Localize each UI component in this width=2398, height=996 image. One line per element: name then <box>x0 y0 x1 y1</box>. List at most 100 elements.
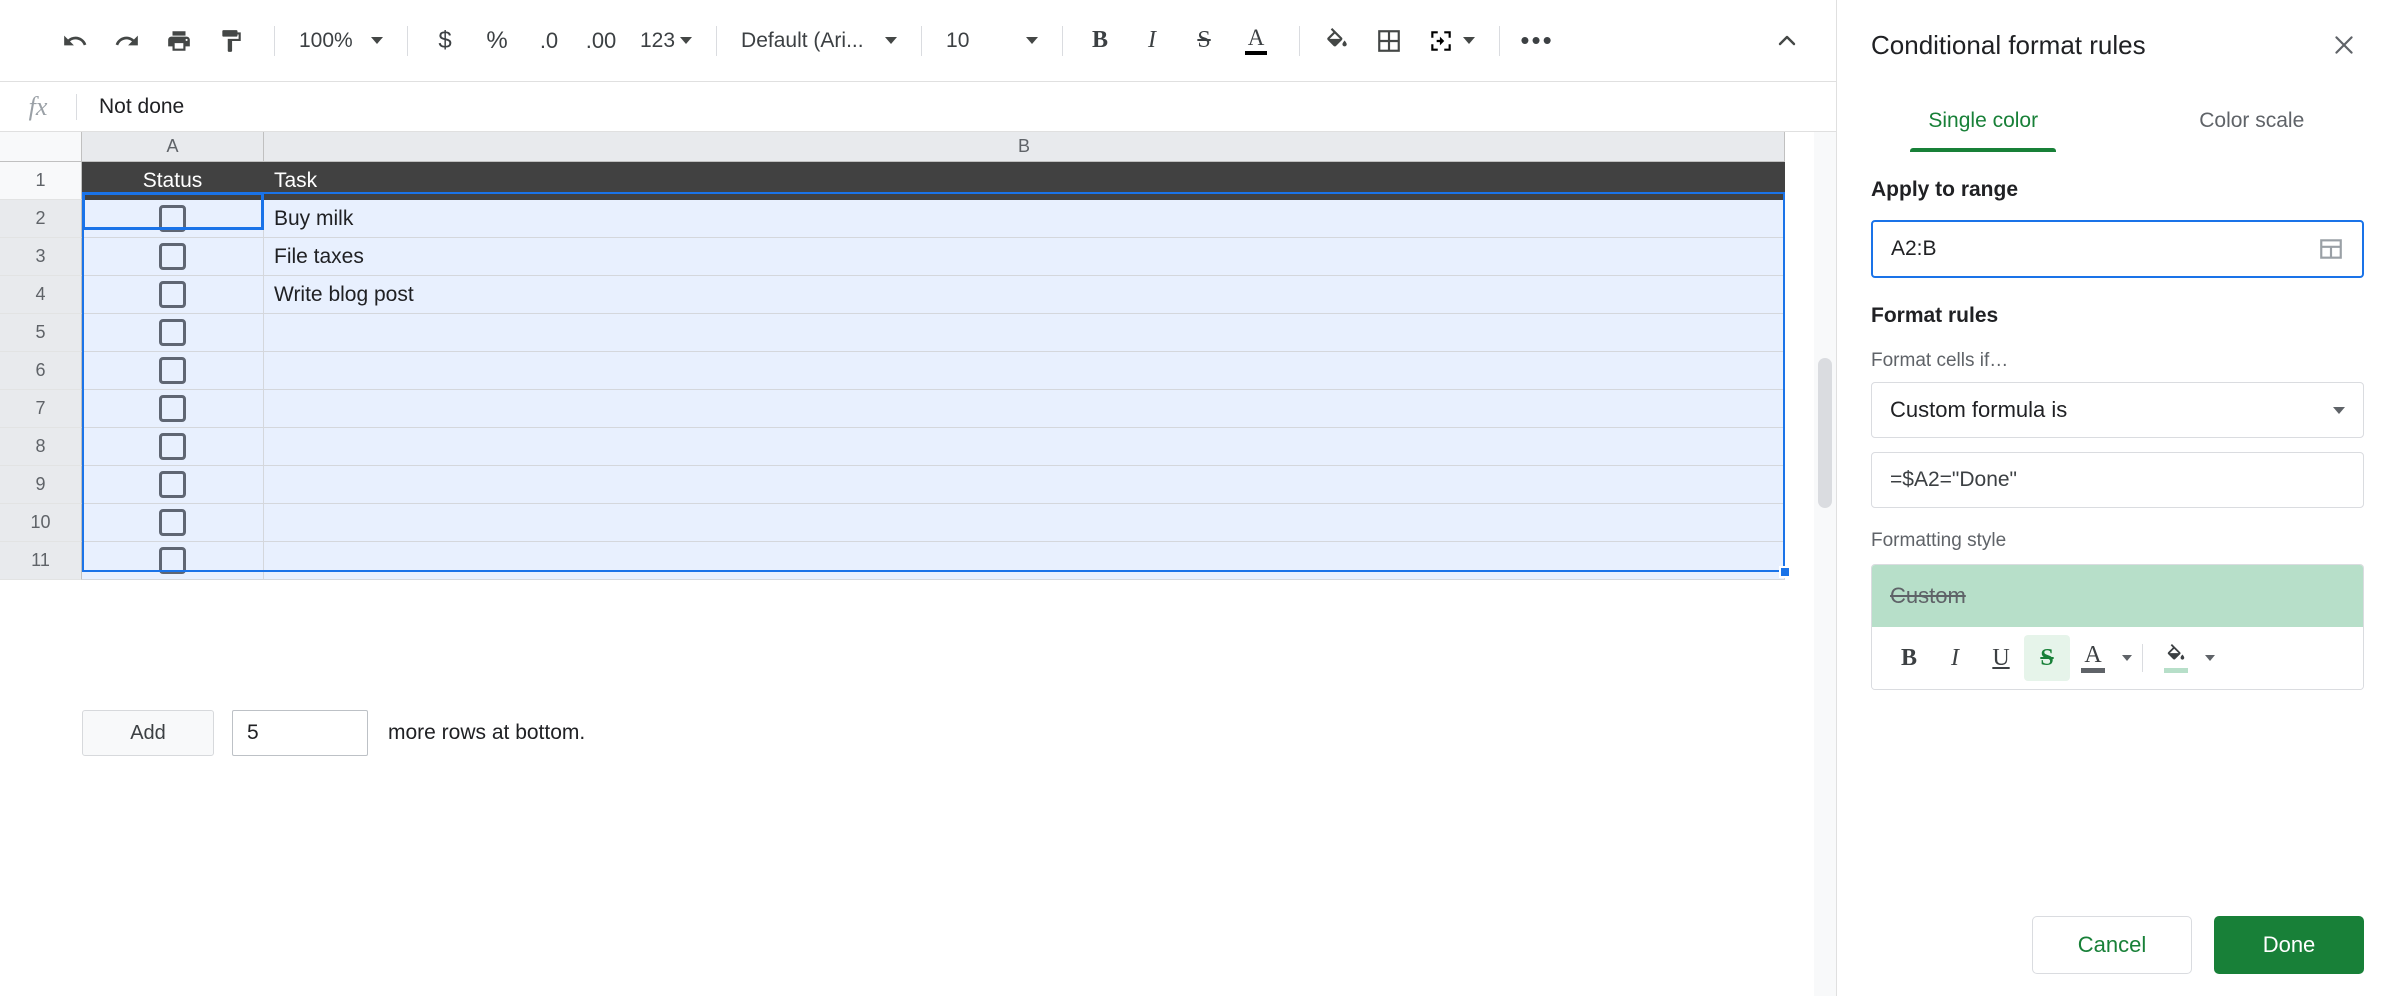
bold-label: B <box>1092 27 1109 53</box>
apply-to-range-field[interactable]: A2:B <box>1871 220 2364 278</box>
checkbox-icon[interactable] <box>159 281 186 308</box>
row-header-7[interactable]: 7 <box>0 390 82 428</box>
undo-button[interactable] <box>52 18 98 64</box>
row-header-10[interactable]: 10 <box>0 504 82 542</box>
cell-a6[interactable] <box>82 352 264 390</box>
cell-a3[interactable] <box>82 238 264 276</box>
checkbox-icon[interactable] <box>159 319 186 346</box>
cell-a7[interactable] <box>82 390 264 428</box>
custom-formula-input[interactable]: =$A2="Done" <box>1871 452 2364 508</box>
font-family-selector[interactable]: Default (Ari... <box>731 18 907 64</box>
row-header-9[interactable]: 9 <box>0 466 82 504</box>
toolbar-divider <box>1499 25 1501 56</box>
redo-button[interactable] <box>104 18 150 64</box>
formula-input[interactable]: Not done <box>99 95 184 119</box>
cell-b6[interactable] <box>264 352 1785 390</box>
text-color-button[interactable]: A <box>1233 18 1279 64</box>
merge-cells-selector[interactable] <box>1418 18 1485 64</box>
column-header-b[interactable]: B <box>264 132 1785 162</box>
selection-fill-handle[interactable] <box>1779 566 1791 578</box>
add-rows-count-input[interactable] <box>232 710 368 756</box>
add-rows-button[interactable]: Add <box>82 710 214 756</box>
cell-a10[interactable] <box>82 504 264 542</box>
cell-a11[interactable] <box>82 542 264 580</box>
style-underline-button[interactable]: U <box>1978 635 2024 681</box>
checkbox-icon[interactable] <box>159 243 186 270</box>
strikethrough-button[interactable]: S <box>1181 18 1227 64</box>
cancel-button[interactable]: Cancel <box>2032 916 2192 974</box>
checkbox-icon[interactable] <box>159 357 186 384</box>
increase-decimal-button[interactable]: .00 <box>578 18 624 64</box>
chevron-down-icon[interactable] <box>2122 655 2132 661</box>
cell-b3[interactable]: File taxes <box>264 238 1785 276</box>
row-header-6[interactable]: 6 <box>0 352 82 390</box>
grid-vertical-scrollbar[interactable] <box>1814 132 1836 996</box>
cell-b4[interactable]: Write blog post <box>264 276 1785 314</box>
checkbox-icon[interactable] <box>159 471 186 498</box>
checkbox-icon[interactable] <box>159 205 186 232</box>
chevron-down-icon[interactable] <box>2205 655 2215 661</box>
tab-color-scale[interactable]: Color scale <box>2118 90 2387 152</box>
borders-button[interactable] <box>1366 18 1412 64</box>
row-header-1[interactable]: 1 <box>0 162 82 200</box>
checkbox-icon[interactable] <box>159 509 186 536</box>
print-button[interactable] <box>156 18 202 64</box>
close-sidebar-button[interactable] <box>2324 25 2364 65</box>
paint-format-button[interactable] <box>208 18 254 64</box>
zoom-value: 100% <box>299 28 353 52</box>
cell-a5[interactable] <box>82 314 264 352</box>
font-size-selector[interactable]: 10 <box>936 18 1048 64</box>
cell-a1[interactable]: Status <box>82 162 264 200</box>
more-options-button[interactable]: ••• <box>1514 18 1560 64</box>
tab-single-color[interactable]: Single color <box>1849 90 2118 152</box>
cell-b2[interactable]: Buy milk <box>264 200 1785 238</box>
fill-color-button[interactable] <box>1314 18 1360 64</box>
cell-a8[interactable] <box>82 428 264 466</box>
toolbar-divider <box>716 25 718 56</box>
text-color-icon: A <box>2081 643 2105 673</box>
cell-b1[interactable]: Task <box>264 162 1785 200</box>
format-rules-label: Format rules <box>1871 304 1999 327</box>
checkbox-icon[interactable] <box>159 433 186 460</box>
collapse-toolbar-button[interactable] <box>1764 18 1810 64</box>
chevron-up-icon <box>1778 35 1796 46</box>
zoom-selector[interactable]: 100% <box>289 18 393 64</box>
spreadsheet-grid: A B 1 Status Task 2 Buy milk 3 File taxes 4 W… <box>0 132 1836 996</box>
column-header-a[interactable]: A <box>82 132 264 162</box>
checkbox-icon[interactable] <box>159 547 186 574</box>
scrollbar-thumb[interactable] <box>1818 358 1832 508</box>
percent-format-button[interactable]: % <box>474 18 520 64</box>
number-format-selector[interactable]: 123 <box>630 18 702 64</box>
row-header-4[interactable]: 4 <box>0 276 82 314</box>
paint-format-icon <box>222 29 241 52</box>
row-header-11[interactable]: 11 <box>0 542 82 580</box>
row-header-2[interactable]: 2 <box>0 200 82 238</box>
cell-b10[interactable] <box>264 504 1785 542</box>
select-all-corner[interactable] <box>0 132 82 162</box>
condition-type-select[interactable]: Custom formula is <box>1871 382 2364 438</box>
style-text-color-button[interactable]: A <box>2070 635 2116 681</box>
row-header-8[interactable]: 8 <box>0 428 82 466</box>
cell-a2[interactable] <box>82 200 264 238</box>
checkbox-icon[interactable] <box>159 395 186 422</box>
bold-button[interactable]: B <box>1077 18 1123 64</box>
cell-b7[interactable] <box>264 390 1785 428</box>
cell-b11[interactable] <box>264 542 1785 580</box>
style-fill-color-button[interactable] <box>2153 635 2199 681</box>
style-italic-button[interactable]: I <box>1932 635 1978 681</box>
text-color-label: A <box>1247 24 1265 50</box>
grid-picker-icon[interactable] <box>2318 236 2344 262</box>
cell-a9[interactable] <box>82 466 264 504</box>
row-header-5[interactable]: 5 <box>0 314 82 352</box>
style-bold-button[interactable]: B <box>1886 635 1932 681</box>
cell-b8[interactable] <box>264 428 1785 466</box>
row-header-3[interactable]: 3 <box>0 238 82 276</box>
currency-format-button[interactable]: $ <box>422 18 468 64</box>
italic-button[interactable]: I <box>1129 18 1175 64</box>
cell-b5[interactable] <box>264 314 1785 352</box>
decrease-decimal-button[interactable]: .0 <box>526 18 572 64</box>
cell-a4[interactable] <box>82 276 264 314</box>
cell-b9[interactable] <box>264 466 1785 504</box>
done-button[interactable]: Done <box>2214 916 2364 974</box>
style-strikethrough-button[interactable]: S <box>2024 635 2070 681</box>
